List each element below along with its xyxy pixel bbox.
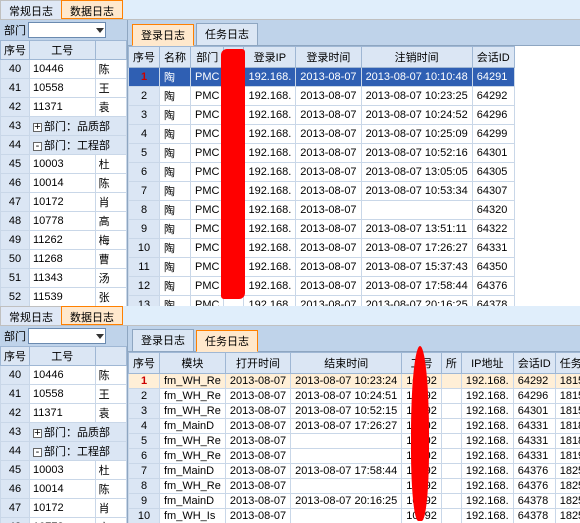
- table-row[interactable]: 4510003杜: [1, 155, 127, 174]
- col-n[interactable]: 序号: [129, 47, 160, 68]
- dept-filter-bar-b: 部门: [0, 326, 127, 346]
- table-row[interactable]: 2陶PMC192.168.2013-08-072013-08-07 10:23:…: [129, 87, 515, 106]
- table-row[interactable]: 7fm_MainD2013-08-072013-08-07 17:58:4410…: [129, 464, 580, 479]
- tab-login-log-b[interactable]: 登录日志: [132, 329, 194, 351]
- col-gh-b[interactable]: 工号: [30, 347, 96, 366]
- table-row[interactable]: 4010446陈: [1, 366, 127, 385]
- table-row[interactable]: 43+部门：品质部: [1, 423, 127, 442]
- col-out[interactable]: 注销时间: [361, 47, 472, 68]
- table-row[interactable]: 4陶PMC192.168.2013-08-072013-08-07 10:25:…: [129, 125, 515, 144]
- emp-grid-b[interactable]: 序号 工号 4010446陈4110558王4211371袁43+部门：品质部4…: [0, 346, 127, 523]
- table-row[interactable]: 44-部门：工程部: [1, 136, 127, 155]
- col-gh[interactable]: 工号: [30, 41, 96, 60]
- table-row[interactable]: 1fm_WH_Re2013-08-072013-08-07 10:23:2410…: [129, 374, 580, 389]
- dept-dropdown-b[interactable]: [28, 328, 106, 344]
- table-row[interactable]: 4010446陈: [1, 60, 127, 79]
- table-row[interactable]: 8陶PMC192.168.2013-08-0764320: [129, 201, 515, 220]
- chevron-down-icon: [96, 334, 104, 339]
- chevron-down-icon: [96, 28, 104, 33]
- bcol-mod[interactable]: 模块: [160, 353, 226, 374]
- table-row[interactable]: 8fm_WH_Re2013-08-0710092192.168.64376182…: [129, 479, 580, 494]
- emp-grid[interactable]: 序号 工号 4010446陈4110558王4211371袁43+部门：品质部4…: [0, 40, 127, 306]
- table-row[interactable]: 5陶PMC192.168.2013-08-072013-08-07 10:52:…: [129, 144, 515, 163]
- inner-tabstrip-bot: 登录日志 任务日志: [128, 326, 580, 352]
- table-row[interactable]: 12陶PMC192.168.2013-08-072013-08-07 17:58…: [129, 277, 515, 296]
- col-bm[interactable]: 部门: [191, 47, 224, 68]
- table-row[interactable]: 4911262梅: [1, 231, 127, 250]
- bcol-rw[interactable]: 任务ID: [555, 353, 580, 374]
- table-row[interactable]: 4110558王: [1, 79, 127, 98]
- table-row[interactable]: 5111343汤: [1, 269, 127, 288]
- bcol-ot[interactable]: 打开时间: [225, 353, 290, 374]
- table-row[interactable]: 6fm_WH_Re2013-08-0710092192.168.64331181…: [129, 449, 580, 464]
- table-row[interactable]: 4fm_MainD2013-08-072013-08-07 17:26:2710…: [129, 419, 580, 434]
- col-nm-b[interactable]: [95, 347, 126, 366]
- table-row[interactable]: 4610014陈: [1, 174, 127, 193]
- col-dt[interactable]: 登录时间: [296, 47, 361, 68]
- col-seq-b[interactable]: 序号: [1, 347, 30, 366]
- task-log-grid[interactable]: 序号 模块 打开时间 结束时间 工号 所 IP地址 会话ID 任务ID 1fm_…: [128, 352, 580, 523]
- table-row[interactable]: 4710172肖: [1, 193, 127, 212]
- tab-normal-log-b[interactable]: 常规日志: [0, 306, 62, 325]
- table-row[interactable]: 4810778高: [1, 518, 127, 523]
- tab-login-log[interactable]: 登录日志: [132, 24, 194, 46]
- table-row[interactable]: 7陶PMC192.168.2013-08-072013-08-07 10:53:…: [129, 182, 515, 201]
- table-row[interactable]: 3陶PMC192.168.2013-08-072013-08-07 10:24:…: [129, 106, 515, 125]
- bcol-ip[interactable]: IP地址: [461, 353, 513, 374]
- inner-tabstrip-top: 登录日志 任务日志: [128, 20, 580, 46]
- table-row[interactable]: 4610014陈: [1, 480, 127, 499]
- col-nm[interactable]: [95, 41, 126, 60]
- table-row[interactable]: 5011268曹: [1, 250, 127, 269]
- table-row[interactable]: 13陶PMC192.168.2013-08-072013-08-07 20:16…: [129, 296, 515, 307]
- col-sid[interactable]: 会话ID: [472, 47, 514, 68]
- col-nm[interactable]: 名称: [160, 47, 191, 68]
- dept-label-b: 部门: [4, 328, 26, 344]
- table-row[interactable]: 10陶PMC192.168.2013-08-072013-08-07 17:26…: [129, 239, 515, 258]
- dept-filter-bar: 部门: [0, 20, 127, 40]
- table-row[interactable]: 43+部门：品质部: [1, 117, 127, 136]
- table-row[interactable]: 4110558王: [1, 385, 127, 404]
- table-row[interactable]: 5fm_WH_Re2013-08-0710092192.168.64331181…: [129, 434, 580, 449]
- outer-tabstrip-top: 常规日志 数据日志: [0, 0, 580, 20]
- table-row[interactable]: 6陶PMC192.168.2013-08-072013-08-07 13:05:…: [129, 163, 515, 182]
- table-row[interactable]: 4510003杜: [1, 461, 127, 480]
- table-row[interactable]: 10fm_WH_Is2013-08-0710092192.168.6437818…: [129, 509, 580, 523]
- table-row[interactable]: 9陶PMC192.168.2013-08-072013-08-07 13:51:…: [129, 220, 515, 239]
- login-log-grid[interactable]: 序号 名称 部门 登 登录IP 登录时间 注销时间 会话ID 1陶PMC192.…: [128, 46, 580, 306]
- col-d[interactable]: 登: [224, 47, 244, 68]
- bcol-sid[interactable]: 会话ID: [513, 353, 555, 374]
- bcol-et[interactable]: 结束时间: [291, 353, 402, 374]
- tab-task-log[interactable]: 任务日志: [196, 23, 258, 45]
- table-row[interactable]: 11陶PMC192.168.2013-08-072013-08-07 15:37…: [129, 258, 515, 277]
- col-seq[interactable]: 序号: [1, 41, 30, 60]
- col-ip[interactable]: 登录IP: [244, 47, 296, 68]
- bcol-n[interactable]: 序号: [129, 353, 160, 374]
- table-row[interactable]: 2fm_WH_Re2013-08-072013-08-07 10:24:5110…: [129, 389, 580, 404]
- table-row[interactable]: 9fm_MainD2013-08-072013-08-07 20:16:2510…: [129, 494, 580, 509]
- table-row[interactable]: 4710172肖: [1, 499, 127, 518]
- table-row[interactable]: 1陶PMC192.168.2013-08-072013-08-07 10:10:…: [129, 68, 515, 87]
- dept-label: 部门: [4, 22, 26, 38]
- tab-data-log-b[interactable]: 数据日志: [61, 306, 123, 325]
- dept-dropdown[interactable]: [28, 22, 106, 38]
- table-row[interactable]: 44-部门：工程部: [1, 442, 127, 461]
- tab-task-log-b[interactable]: 任务日志: [196, 330, 258, 352]
- outer-tabstrip-bot: 常规日志 数据日志: [0, 306, 580, 326]
- tab-data-log[interactable]: 数据日志: [61, 0, 123, 19]
- tab-normal-log[interactable]: 常规日志: [0, 0, 62, 19]
- bcol-gh[interactable]: 工号: [402, 353, 442, 374]
- table-row[interactable]: 4211371袁: [1, 404, 127, 423]
- table-row[interactable]: 5211539张: [1, 288, 127, 307]
- table-row[interactable]: 4211371袁: [1, 98, 127, 117]
- table-row[interactable]: 3fm_WH_Re2013-08-072013-08-07 10:52:1510…: [129, 404, 580, 419]
- table-row[interactable]: 4810778高: [1, 212, 127, 231]
- bcol-sf[interactable]: 所: [441, 353, 461, 374]
